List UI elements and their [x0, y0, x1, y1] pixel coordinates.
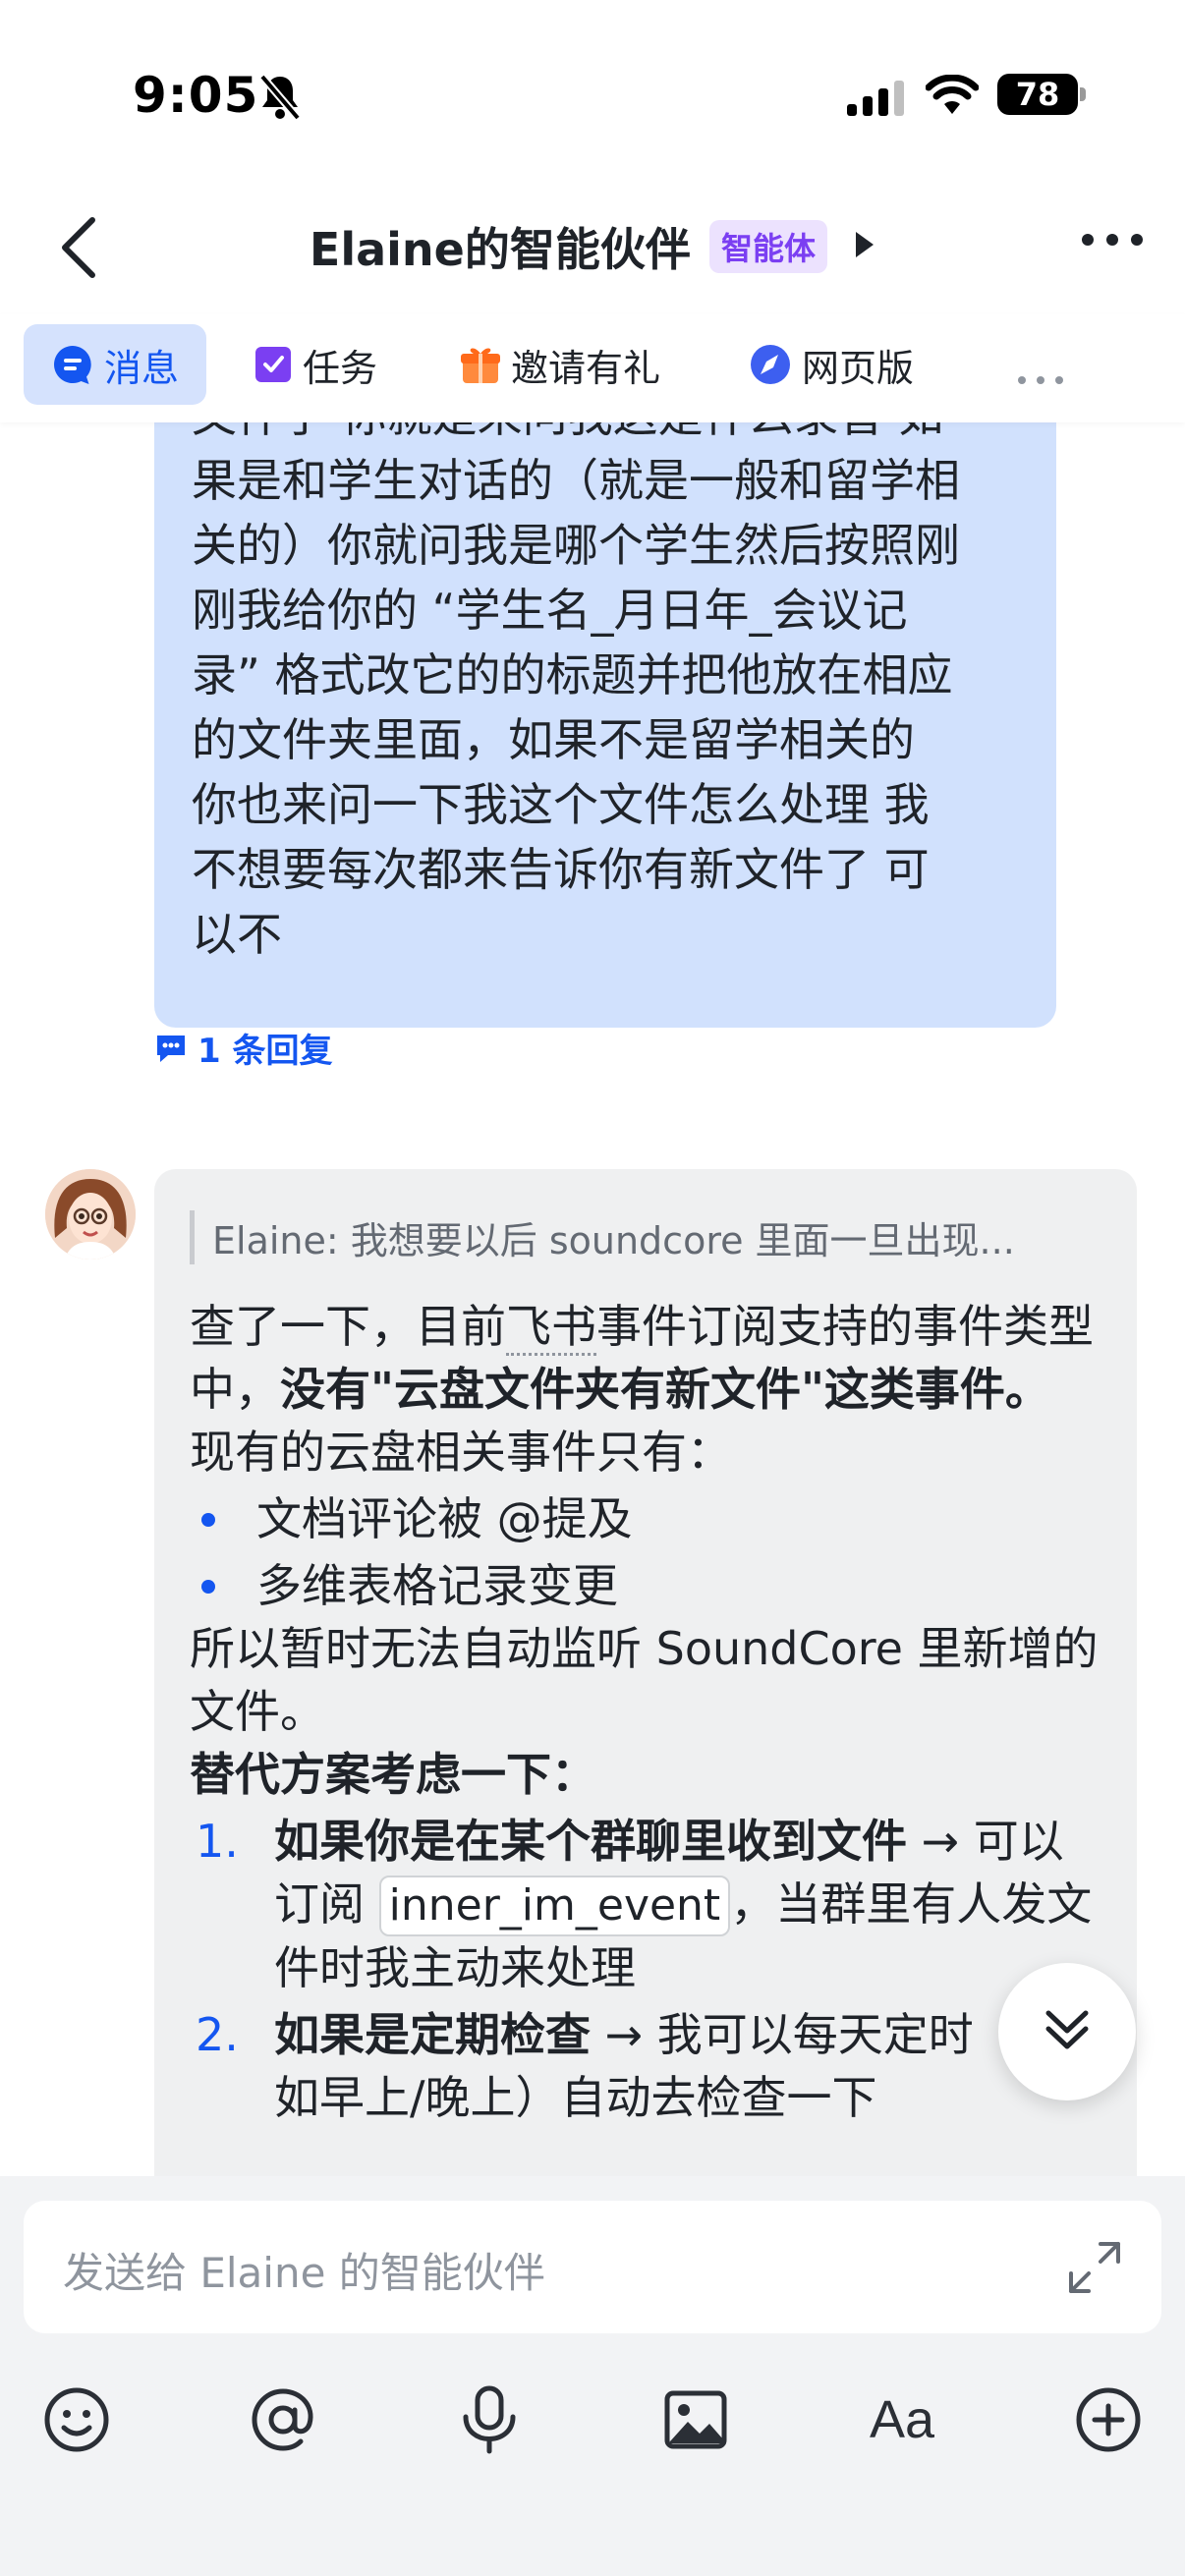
chat-header: Elaine的智能伙伴 智能体 [0, 187, 1185, 305]
message-bubble-icon [51, 343, 94, 386]
paragraph: 所以暂时无法自动监听 SoundCore 里新增的文件。 [190, 1622, 1099, 1738]
list-item: 2. 如果是定期检查 → 我可以每天定时（比如早上/晚上）自动去检查一下 [196, 2008, 1064, 2124]
quoted-message[interactable]: Elaine: 我想要以后 soundcore 里面一旦出现... [190, 1210, 1015, 1264]
status-time: 9:05 [133, 67, 259, 124]
microphone-icon[interactable] [452, 2382, 527, 2457]
plus-circle-icon[interactable] [1071, 2382, 1146, 2457]
tab-label: 任务 [303, 346, 378, 390]
emoji-icon[interactable] [39, 2382, 114, 2457]
tab-label: 网页版 [802, 346, 915, 390]
image-icon[interactable] [658, 2382, 733, 2457]
tab-label: 消息 [103, 346, 179, 390]
status-bar: 9:05 78 [0, 0, 1185, 187]
chat-title[interactable]: Elaine的智能伙伴 [310, 214, 691, 279]
tab-messages[interactable]: 消息 [24, 324, 206, 405]
bell-muted-icon [257, 73, 303, 126]
tab-label: 邀请有礼 [511, 346, 661, 390]
cellular-signal-icon [847, 81, 908, 120]
play-triangle-icon[interactable] [854, 230, 875, 263]
tab-web[interactable]: 网页版 [749, 324, 914, 405]
list-item: 文档评论被 @提及 [190, 1487, 1103, 1550]
expand-icon[interactable] [1067, 2240, 1122, 2299]
reply-thread-icon [154, 1033, 188, 1064]
user-message-text: 文件了 你就是来问我这是什么录音 如 果是和学生对话的（就是一般和留学相 关的）… [192, 422, 960, 961]
feishu-entity-link[interactable]: 飞书 [506, 1300, 596, 1356]
task-icon [254, 345, 293, 384]
font-format-icon[interactable]: Aa [865, 2382, 939, 2457]
reply-count: 1 条回复 [198, 1032, 333, 1071]
tab-tasks[interactable]: 任务 [254, 324, 377, 405]
compass-icon [749, 343, 792, 386]
thread-reply-link[interactable]: 1 条回复 [154, 1024, 333, 1072]
double-chevron-down-icon [1043, 2005, 1092, 2058]
paragraph: 现有的云盘相关事件只有： [190, 1426, 732, 1479]
scroll-to-bottom-button[interactable] [998, 1963, 1136, 2100]
paragraph: 查了一下，目前飞书事件订阅支持的事件类型中，没有"云盘文件夹有新文件"这类事件。 [190, 1300, 1094, 1416]
composer-toolbar: Aa [0, 2363, 1185, 2471]
section-heading: 替代方案考虑一下： [190, 1748, 596, 1801]
chat-area[interactable]: 文件了 你就是来问我这是什么录音 如 果是和学生对话的（就是一般和留学相 关的）… [0, 422, 1185, 2176]
inline-code: inner_im_event [378, 1876, 731, 1936]
bot-message-bubble[interactable]: Elaine: 我想要以后 soundcore 里面一旦出现... 查了一下，目… [154, 1169, 1137, 2176]
tab-invite[interactable]: 邀请有礼 [460, 324, 660, 405]
message-input[interactable]: 发送给 Elaine 的智能伙伴 [24, 2201, 1161, 2333]
message-input-placeholder: 发送给 Elaine 的智能伙伴 [63, 2249, 545, 2297]
user-message-bubble[interactable]: 文件了 你就是来问我这是什么录音 如 果是和学生对话的（就是一般和留学相 关的）… [154, 422, 1056, 1028]
gift-icon [460, 344, 501, 385]
tabs-more-icon[interactable] [1017, 340, 1064, 420]
tab-bar: 消息 任务 邀请有礼 网页版 [0, 314, 1185, 422]
wifi-icon [925, 74, 980, 120]
more-options-icon[interactable] [1081, 232, 1144, 251]
at-mention-icon[interactable] [246, 2382, 320, 2457]
header-title-group[interactable]: Elaine的智能伙伴 智能体 [0, 214, 1185, 277]
list-item: 多维表格记录变更 [190, 1554, 1103, 1617]
list-item: 1. 如果你是在某个群聊里收到文件 → 可以订阅 inner_im_event，… [196, 1815, 1093, 1994]
bot-message-body: 查了一下，目前飞书事件订阅支持的事件类型中，没有"云盘文件夹有新文件"这类事件。… [190, 1295, 1103, 2129]
avatar[interactable] [45, 1169, 136, 1260]
agent-badge: 智能体 [708, 220, 827, 273]
message-composer: 发送给 Elaine 的智能伙伴 Aa [0, 2176, 1185, 2576]
battery-indicator: 78 [997, 74, 1086, 115]
